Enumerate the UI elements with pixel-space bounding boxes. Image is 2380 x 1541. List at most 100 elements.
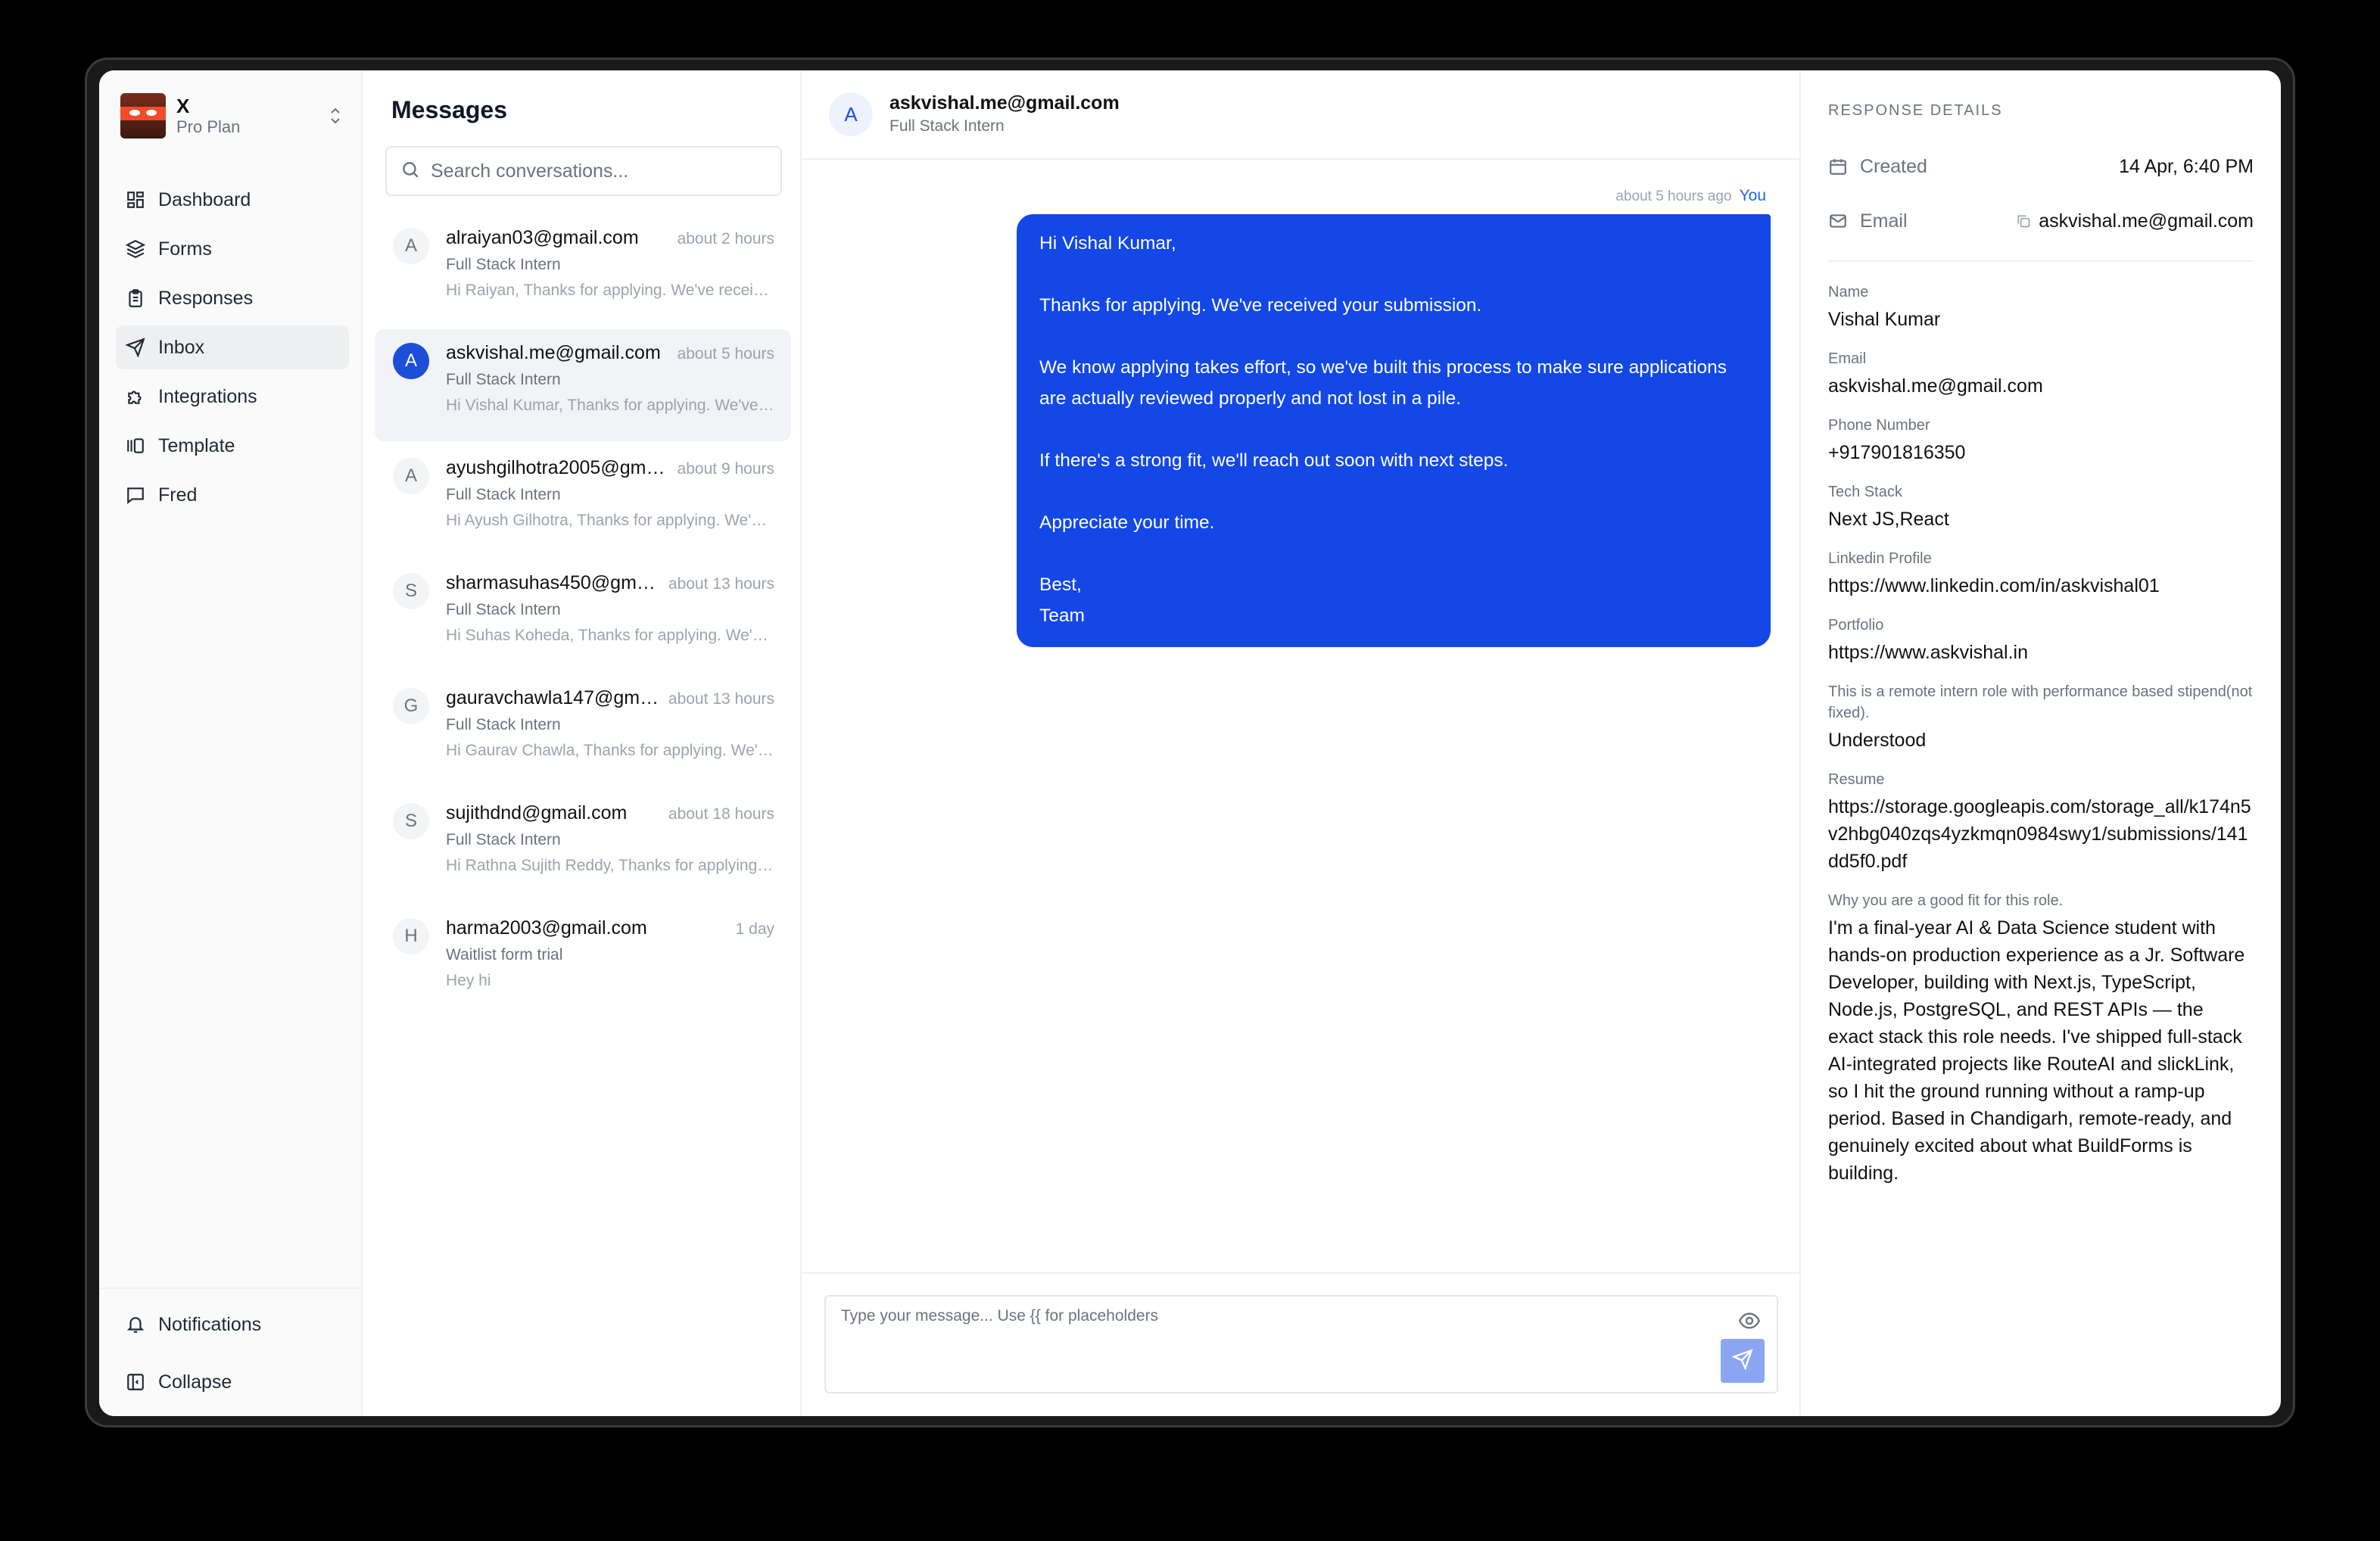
app-window: X Pro Plan Dashboard Forms Responses Inb… xyxy=(99,70,2281,1416)
conversation-time: about 9 hours xyxy=(677,460,774,478)
sidebar-item-label: Template xyxy=(158,434,235,456)
sidebar-item-dashboard[interactable]: Dashboard xyxy=(116,178,349,222)
field-value: askvishal.me@gmail.com xyxy=(1828,375,2043,397)
avatar: A xyxy=(393,343,429,379)
field-label: Resume xyxy=(1828,771,1885,788)
field-remote-acknowledgement: This is a remote intern role with perfor… xyxy=(1828,681,2254,754)
field-resume: Resume https://storage.googleapis.com/st… xyxy=(1828,769,2254,875)
preview-button[interactable] xyxy=(1737,1312,1762,1333)
avatar: S xyxy=(393,573,429,609)
message-paragraph: If there's a strong fit, we'll reach out… xyxy=(1039,450,1509,471)
conversation-email: harma2003@gmail.com xyxy=(446,917,647,939)
puzzle-icon xyxy=(125,386,146,407)
message-paragraph: We know applying takes effort, so we've … xyxy=(1039,357,1727,409)
field-name: Name Vishal Kumar xyxy=(1828,282,2254,333)
message-paragraph: Hi Vishal Kumar, xyxy=(1039,233,1176,254)
collapse-button[interactable]: Collapse xyxy=(116,1360,344,1404)
field-linkedin: Linkedin Profile https://www.linkedin.co… xyxy=(1828,548,2254,599)
sidebar-item-inbox[interactable]: Inbox xyxy=(116,325,349,369)
conversation-time: 1 day xyxy=(735,920,774,938)
workspace-switcher[interactable]: X Pro Plan xyxy=(120,92,346,140)
conversation-item[interactable]: S sharmasuhas450@gmail.com about 13 hours… xyxy=(375,559,791,671)
message-paragraph: Thanks for applying. We've received your… xyxy=(1039,295,1482,316)
message-paragraph: Best, Team xyxy=(1039,574,1085,626)
dashboard-icon xyxy=(125,189,146,210)
field-phone: Phone Number +917901816350 xyxy=(1828,415,2254,466)
field-value: Next JS,React xyxy=(1828,509,1949,530)
chevron-up-down-icon xyxy=(325,105,346,126)
calendar-icon xyxy=(1828,157,1848,176)
conversation-form: Full Stack Intern xyxy=(446,601,561,618)
sidebar-item-label: Inbox xyxy=(158,336,205,358)
composer-area xyxy=(802,1272,1799,1416)
conversation-form: Full Stack Intern xyxy=(446,486,561,503)
divider xyxy=(1828,260,2254,262)
sidebar: X Pro Plan Dashboard Forms Responses Inb… xyxy=(99,70,363,1416)
field-value: https://storage.googleapis.com/storage_a… xyxy=(1828,796,2251,872)
created-row: Created 14 Apr, 6:40 PM xyxy=(1828,151,2254,182)
conversation-email: askvishal.me@gmail.com xyxy=(446,342,661,363)
created-label: Created xyxy=(1860,155,1927,177)
conversation-form: Full Stack Intern xyxy=(446,831,561,848)
message-time: about 5 hours ago xyxy=(1615,188,1732,204)
conversation-item[interactable]: A ayushgilhotra2005@gmail.com about 9 hou… xyxy=(375,444,791,556)
message-square-icon xyxy=(125,484,146,506)
notifications-button[interactable]: Notifications xyxy=(116,1303,344,1346)
sidebar-item-label: Responses xyxy=(158,287,254,309)
conversation-item-selected[interactable]: A askvishal.me@gmail.com about 5 hours Fu… xyxy=(375,329,791,441)
chat-recipient-email: askvishal.me@gmail.com xyxy=(889,92,1120,114)
workspace-logo xyxy=(120,93,166,139)
conversation-panel: Messages A alraiyan03@gmail.com about 2 h… xyxy=(363,70,802,1416)
field-label: This is a remote intern role with perfor… xyxy=(1828,683,2253,721)
message-input[interactable] xyxy=(841,1307,1704,1353)
avatar: S xyxy=(393,803,429,839)
conversation-preview: Hi Suhas Koheda, Thanks for applying. We… xyxy=(446,627,774,644)
mail-icon xyxy=(1828,211,1848,231)
field-value: I'm a final-year AI & Data Science stude… xyxy=(1828,917,2245,1184)
search-input[interactable] xyxy=(431,160,764,182)
sidebar-item-template[interactable]: Template xyxy=(116,424,349,468)
message-paragraph: Appreciate your time. xyxy=(1039,512,1215,533)
sidebar-item-responses[interactable]: Responses xyxy=(116,276,349,320)
device-frame: X Pro Plan Dashboard Forms Responses Inb… xyxy=(85,58,2295,1427)
bell-icon xyxy=(125,1314,146,1335)
collapse-label: Collapse xyxy=(158,1371,232,1393)
conversation-item[interactable]: S sujithdnd@gmail.com about 18 hours Full… xyxy=(375,789,791,901)
sidebar-item-forms[interactable]: Forms xyxy=(116,227,349,271)
conversation-form: Waitlist form trial xyxy=(446,946,563,964)
conversation-preview: Hi Rathna Sujith Reddy, Thanks for apply… xyxy=(446,857,774,874)
field-label: Tech Stack xyxy=(1828,484,1902,500)
response-details-panel: RESPONSE DETAILS Created 14 Apr, 6:40 PM… xyxy=(1801,70,2281,1416)
sidebar-item-fred[interactable]: Fred xyxy=(116,473,349,517)
email-label: Email xyxy=(1860,210,1908,232)
avatar: A xyxy=(829,92,873,136)
template-icon xyxy=(125,435,146,456)
conversation-time: about 2 hours xyxy=(677,230,774,247)
field-label: Email xyxy=(1828,350,1867,367)
sidebar-footer: Notifications Collapse xyxy=(99,1287,361,1416)
send-icon xyxy=(1731,1348,1753,1374)
conversation-item[interactable]: H harma2003@gmail.com 1 day Waitlist form… xyxy=(375,904,791,1016)
details-heading: RESPONSE DETAILS xyxy=(1828,102,2003,119)
field-label: Linkedin Profile xyxy=(1828,550,1932,567)
field-email: Email askvishal.me@gmail.com xyxy=(1828,348,2254,400)
sidebar-nav: Dashboard Forms Responses Inbox Integrat… xyxy=(116,178,349,522)
workspace-name: X xyxy=(176,95,190,117)
conversation-item[interactable]: G gauravchawla147@gmail.com about 13 hour… xyxy=(375,674,791,786)
sidebar-item-label: Forms xyxy=(158,238,212,260)
avatar: A xyxy=(393,228,429,264)
conversation-time: about 5 hours xyxy=(677,345,774,363)
conversation-list: A alraiyan03@gmail.com about 2 hours Full… xyxy=(375,214,791,1020)
send-button[interactable] xyxy=(1721,1339,1765,1383)
copy-icon[interactable] xyxy=(2016,213,2031,229)
field-label: Phone Number xyxy=(1828,417,1930,434)
field-value: Understood xyxy=(1828,730,1927,751)
sidebar-item-integrations[interactable]: Integrations xyxy=(116,375,349,419)
field-label: Why you are a good fit for this role. xyxy=(1828,892,2064,909)
sidebar-item-label: Integrations xyxy=(158,385,257,407)
conversation-email: ayushgilhotra2005@gmail.com xyxy=(446,457,665,478)
field-portfolio: Portfolio https://www.askvishal.in xyxy=(1828,615,2254,666)
avatar: H xyxy=(393,918,429,954)
conversation-item[interactable]: A alraiyan03@gmail.com about 2 hours Full… xyxy=(375,214,791,326)
conversation-email: gauravchawla147@gmail.com xyxy=(446,687,659,708)
